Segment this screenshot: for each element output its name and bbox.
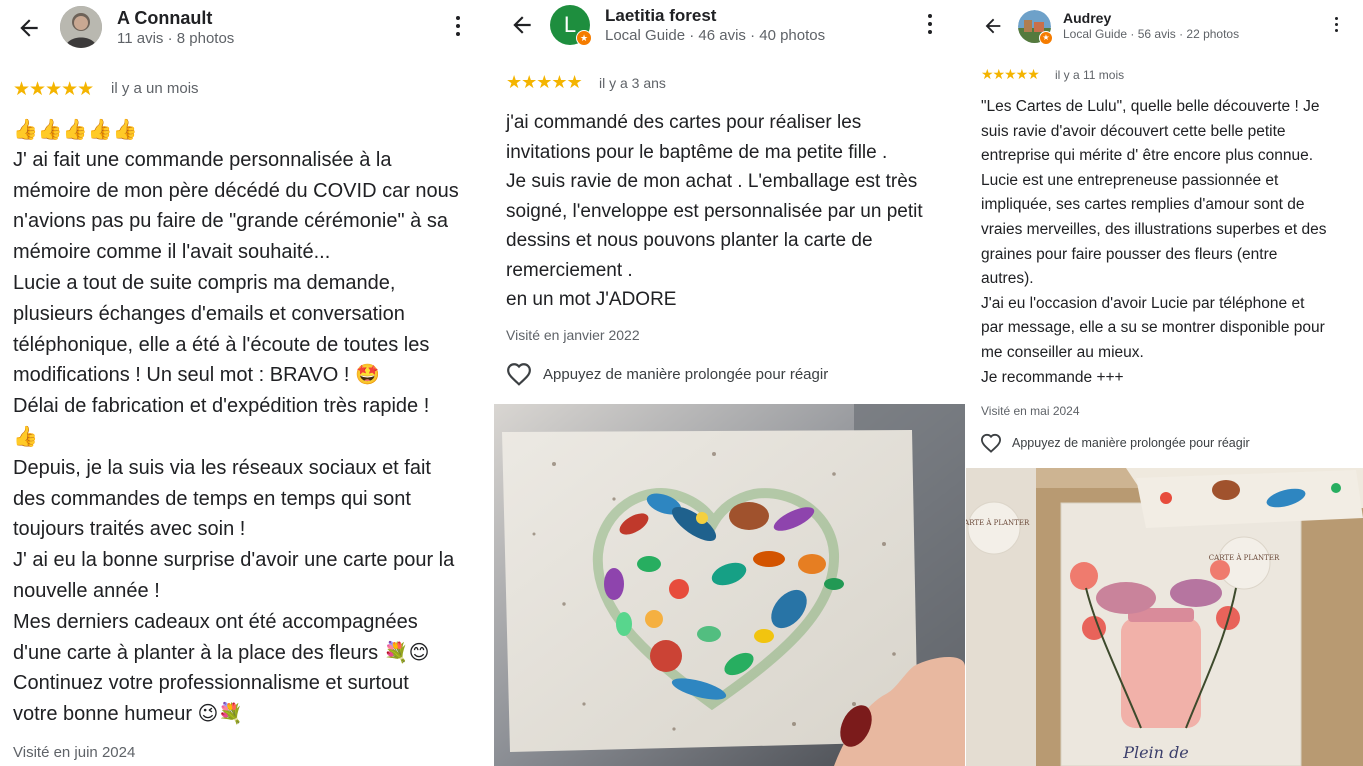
back-arrow-icon[interactable] [16, 15, 42, 41]
local-guide-badge-icon: ★ [1039, 31, 1053, 45]
review-text: j'ai commandé des cartes pour réaliser l… [506, 112, 923, 310]
avatar[interactable]: ★ [1018, 10, 1053, 45]
review-text: 👍👍👍👍👍 J' ai fait une commande personnali… [13, 114, 459, 730]
star-rating: ★★★★★ [506, 72, 583, 92]
review-date: il y a 3 ans [599, 75, 666, 91]
review-date: il y a un mois [111, 80, 199, 97]
review-emoji-line: 👍👍👍👍👍 [13, 117, 138, 141]
sticker-text: CARTE À PLANTER [966, 518, 1030, 527]
heart-icon [980, 433, 1002, 453]
local-guide-badge-icon: ★ [576, 30, 592, 46]
more-options-icon[interactable] [1326, 17, 1346, 32]
visit-date: Visité en juin 2024 [13, 744, 136, 761]
review-photo[interactable]: CARTE À PLANTER CARTE À PLANTER Plein de [966, 468, 1363, 766]
more-options-icon[interactable] [448, 16, 468, 36]
react-label: Appuyez de manière prolongée pour réagir [543, 365, 829, 383]
heart-icon [507, 363, 531, 386]
star-rating: ★★★★★ [981, 66, 1040, 82]
reviewer-name[interactable]: Audrey [1063, 10, 1111, 26]
reviewer-name[interactable]: A Connault [117, 8, 212, 29]
visit-date: Visité en janvier 2022 [506, 327, 640, 343]
review-photo[interactable] [494, 404, 965, 766]
avatar[interactable]: L ★ [550, 5, 592, 46]
review-panel-audrey: ★ Audrey Local Guide · 56 avis · 22 phot… [966, 0, 1363, 766]
more-options-icon[interactable] [920, 14, 940, 34]
review-date: il y a 11 mois [1055, 68, 1125, 82]
avatar[interactable] [60, 6, 102, 48]
react-label: Appuyez de manière prolongée pour réagir [1012, 436, 1250, 450]
react-button[interactable]: Appuyez de manière prolongée pour réagir [980, 433, 1250, 453]
reviewer-meta: Local Guide · 46 avis · 40 photos [605, 27, 826, 44]
reviewer-meta: Local Guide · 56 avis · 22 photos [1063, 27, 1240, 41]
back-arrow-icon[interactable] [982, 15, 1004, 37]
reviewer-meta: 11 avis · 8 photos [117, 30, 235, 47]
review-panel-laetitia: L ★ Laetitia forest Local Guide · 46 avi… [492, 0, 965, 766]
react-button[interactable]: Appuyez de manière prolongée pour réagir [506, 362, 828, 386]
review-panel-connault: A Connault 11 avis · 8 photos ★★★★★ il y… [0, 0, 490, 766]
review-text: "Les Cartes de Lulu", quelle belle décou… [981, 98, 1327, 386]
visit-date: Visité en mai 2024 [981, 404, 1080, 418]
reviewer-name[interactable]: Laetitia forest [605, 6, 716, 26]
back-arrow-icon[interactable] [509, 12, 535, 38]
card-caption: Plein de [1122, 743, 1189, 762]
star-rating: ★★★★★ [13, 79, 94, 100]
